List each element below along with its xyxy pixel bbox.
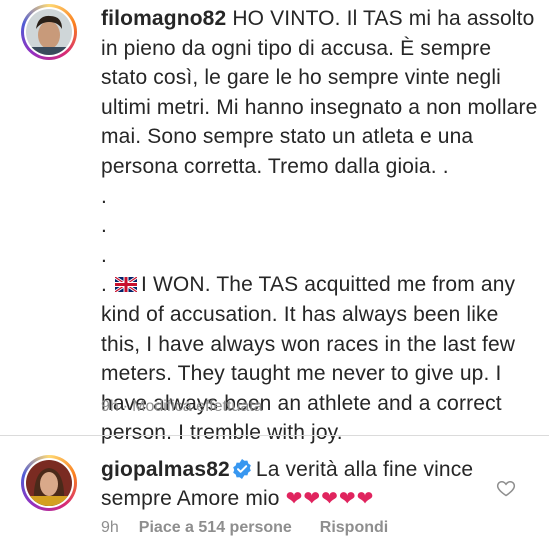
avatar-image bbox=[26, 460, 72, 506]
avatar-filomagno82[interactable] bbox=[21, 4, 77, 60]
uk-flag-icon bbox=[114, 277, 137, 293]
post-username[interactable]: filomagno82 bbox=[101, 7, 226, 30]
verified-badge-icon bbox=[233, 459, 251, 479]
caption-text: filomagno82 HO VINTO. Il TAS mi ha assol… bbox=[101, 7, 538, 445]
comment-username[interactable]: giopalmas82 bbox=[101, 458, 230, 481]
post-meta: 9h · Modifica effettuata bbox=[101, 398, 263, 415]
comment-likes[interactable]: Piace a 514 persone bbox=[139, 519, 292, 536]
comment-meta: 9h Piace a 514 persone Rispondi bbox=[101, 519, 388, 537]
heart-outline-icon[interactable] bbox=[496, 478, 516, 498]
caption-it: HO VINTO. Il TAS mi ha assolto in pieno … bbox=[101, 7, 538, 267]
edited-label: Modifica effettuata bbox=[132, 398, 263, 415]
avatar-image bbox=[26, 9, 72, 55]
caption-en: I WON. The TAS acquitted me from any kin… bbox=[101, 273, 516, 445]
hearts-emoji: ❤❤❤❤❤ bbox=[285, 488, 375, 510]
avatar-giopalmas82[interactable] bbox=[21, 455, 77, 511]
comment-time: 9h bbox=[101, 519, 119, 536]
divider bbox=[0, 435, 549, 436]
comment-text: giopalmas82 La verità alla fine vince sem… bbox=[101, 455, 491, 514]
post-time: 9h bbox=[101, 398, 119, 415]
reply-button[interactable]: Rispondi bbox=[320, 519, 388, 536]
